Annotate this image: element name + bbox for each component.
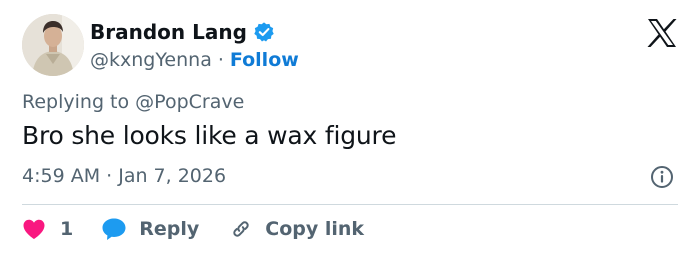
info-icon[interactable]	[650, 165, 674, 189]
avatar-photo	[22, 14, 84, 76]
replying-prefix: Replying to	[22, 91, 130, 113]
reply-label: Reply	[139, 218, 200, 240]
x-logo-icon[interactable]	[646, 18, 678, 48]
replying-mention[interactable]: @PopCrave	[135, 91, 244, 113]
divider	[22, 204, 678, 205]
like-count: 1	[60, 218, 74, 240]
heart-icon	[23, 219, 45, 239]
tweet-timestamp[interactable]: 4:59 AM · Jan 7, 2026	[22, 165, 226, 187]
avatar[interactable]	[22, 14, 84, 76]
author-handle[interactable]: @kxngYenna	[90, 49, 212, 71]
author-name[interactable]: Brandon Lang	[90, 20, 247, 44]
reply-button[interactable]: Reply	[101, 217, 199, 241]
copy-link-label: Copy link	[265, 218, 365, 240]
verified-badge-icon	[254, 22, 274, 42]
action-bar: 1 Reply Copy link	[22, 214, 364, 244]
follow-button[interactable]: Follow	[230, 49, 299, 71]
like-button[interactable]: 1	[22, 218, 73, 240]
tweet-text: Bro she looks like a wax figure	[22, 121, 397, 150]
link-icon	[233, 221, 249, 237]
reply-bubble-icon	[102, 218, 126, 240]
replying-to: Replying to @PopCrave	[22, 91, 244, 113]
handle-row: @kxngYenna · Follow	[90, 47, 299, 73]
copy-link-button[interactable]: Copy link	[229, 217, 364, 241]
handle-separator: ·	[217, 49, 224, 71]
author-name-row: Brandon Lang	[90, 18, 275, 46]
